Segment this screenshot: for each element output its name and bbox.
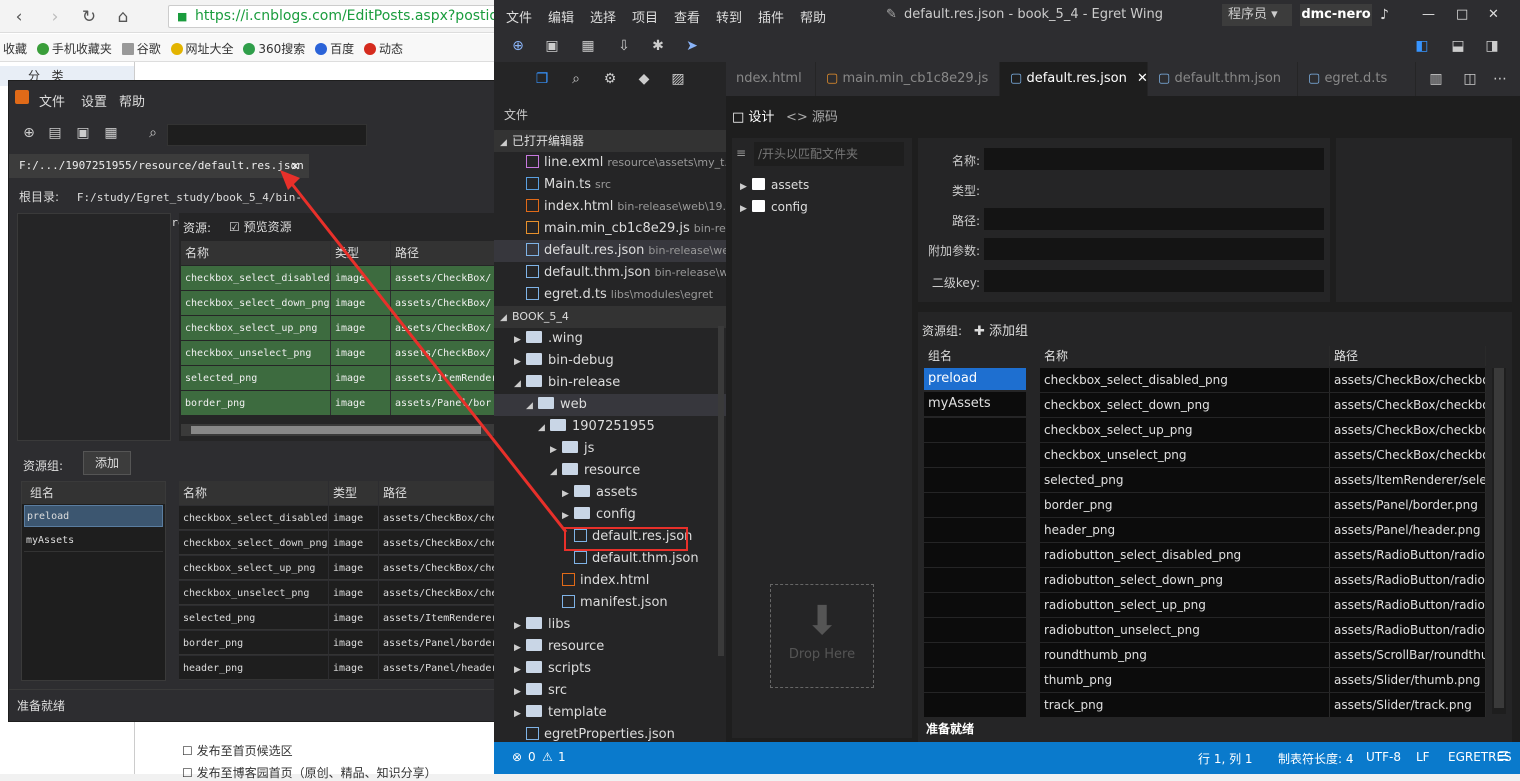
- annotation-arrow: [280, 170, 568, 533]
